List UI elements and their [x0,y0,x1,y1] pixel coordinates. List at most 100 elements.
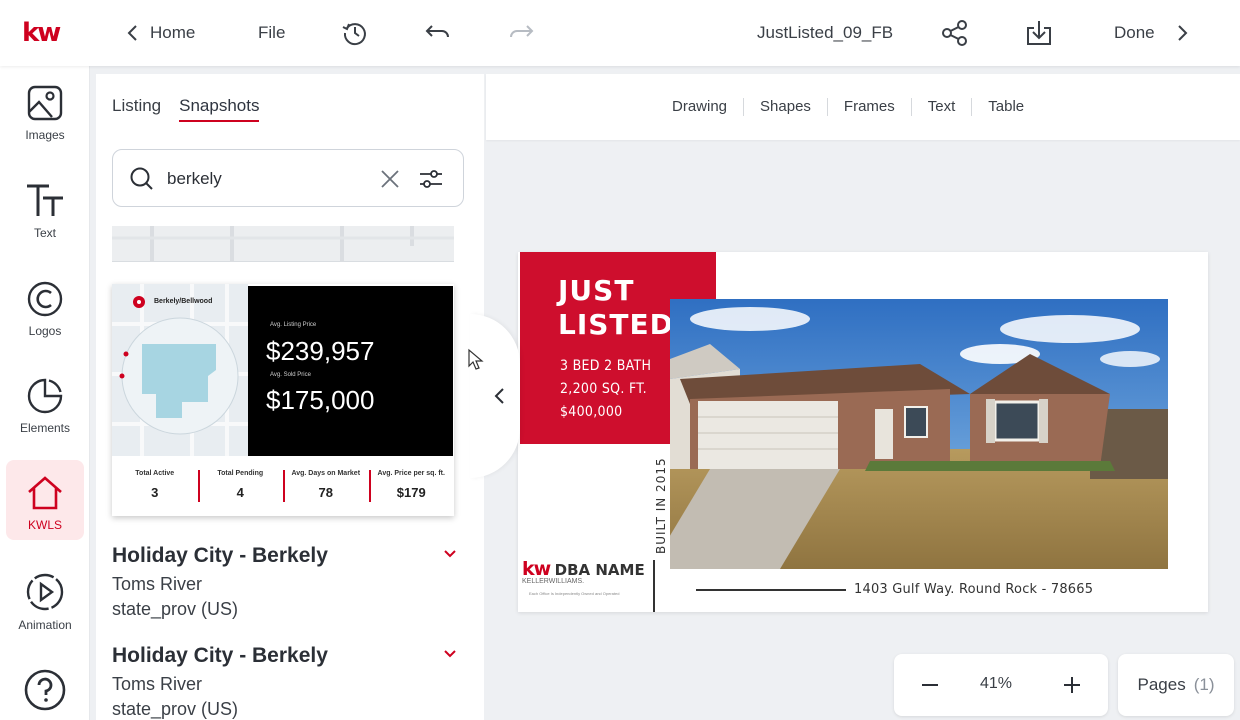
address-rule [696,588,846,591]
stat-total-active: Total Active 3 [135,470,175,500]
brokerage-logo[interactable]: kw DBA NAME KELLERWILLIAMS. Each Office … [522,558,645,596]
rail-label-logos: Logos [28,324,62,338]
list-item[interactable]: Holiday City - Berkely Toms River state_… [112,644,472,720]
rail-label-kwls: KWLS [27,518,62,532]
stat-price-per-sqft: Avg. Price per sq. ft. $179 [368,456,455,516]
redo-button[interactable] [506,18,536,48]
rail-item-animation[interactable]: Animation [6,558,84,638]
stat-days-on-market: Avg. Days on Market 78 [283,456,369,516]
done-button[interactable]: Done [1114,0,1191,66]
avg-listing-label: Avg. Listing Price [270,322,317,328]
rail-item-elements[interactable]: Elements [6,363,84,443]
result-title: Holiday City - Berkely [112,544,328,567]
snapshot-prices: Avg. Listing Price $239,957 Avg. Sold Pr… [248,286,453,456]
chevron-down-icon[interactable] [442,548,458,560]
tool-drawing[interactable]: Drawing [672,98,743,116]
rail-item-logos[interactable]: Logos [6,266,84,346]
divider-line [653,560,655,612]
canvas-tool-list: Drawing Shapes Frames Text Table [672,98,1040,116]
built-year: BUILT IN 2015 [654,457,668,554]
download-button[interactable] [1024,18,1054,48]
map-graphic [112,284,248,456]
result-state: state_prov (US) [112,599,239,619]
tab-snapshots[interactable]: Snapshots [179,96,260,122]
list-item[interactable]: Holiday City - Berkely Toms River state_… [112,544,472,620]
download-icon [1027,21,1051,45]
history-button[interactable] [340,18,370,48]
history-icon [342,23,366,46]
pages-label: Pages [1137,675,1186,694]
rail-item-help[interactable] [6,654,84,720]
listing-price: $400,000 [560,404,623,420]
panel-tabs: Listing Snapshots [112,96,260,122]
result-city: Toms River [112,574,203,594]
search-box: berkely [112,149,464,207]
result-title: Holiday City - Berkely [112,644,328,667]
snapshots-panel: Listing Snapshots berkely Berkely/Bellwo… [96,74,484,720]
chevron-left-icon [127,25,137,41]
collapse-panel-handle[interactable] [470,314,520,478]
rail-item-text[interactable]: Text [6,168,84,248]
document-name[interactable]: JustListed_09_FB [757,0,893,66]
home-label: Home [150,23,196,42]
home-button[interactable]: Home [124,0,195,66]
rail-item-kwls[interactable]: KWLS [6,460,84,540]
tab-listing[interactable]: Listing [112,96,161,122]
tool-text[interactable]: Text [910,98,972,116]
office-note: Each Office Is Independently Owned and O… [529,591,620,596]
file-menu[interactable]: File [258,0,285,66]
address-line[interactable]: 1403 Gulf Way. Round Rock - 78665 [696,582,1093,597]
canvas-toolbar: Drawing Shapes Frames Text Table [486,74,1240,140]
map-snapshot-strip[interactable] [112,226,454,262]
copyright-icon [27,281,63,317]
property-address: 1403 Gulf Way. Round Rock - 78665 [854,582,1094,597]
tool-frames[interactable]: Frames [826,98,911,116]
square-feet: 2,200 SQ. FT. [560,381,647,397]
cursor-icon [468,348,484,370]
rail-label-elements: Elements [19,421,71,435]
undo-button[interactable] [423,18,453,48]
left-rail: Images Text Logos Elements KWLS Animatio… [0,66,90,720]
result-city: Toms River [112,674,203,694]
headline-listed: LISTED [558,308,674,341]
tool-shapes[interactable]: Shapes [743,98,827,116]
play-icon [26,573,64,611]
filter-icon[interactable] [417,165,445,193]
stat-total-pending: Total Pending 4 [197,456,284,516]
top-bar: kw Home File JustListed_09_FB Done [0,0,1240,66]
redo-icon [510,25,534,38]
tool-table[interactable]: Table [971,98,1040,116]
text-icon [27,184,63,216]
clear-icon[interactable] [379,168,401,190]
home-icon [28,476,62,510]
search-icon [130,167,153,190]
zoom-in-icon[interactable] [1062,675,1082,695]
rail-item-images[interactable]: Images [6,70,84,150]
chevron-left-icon [494,388,504,404]
undo-icon [425,25,449,38]
help-icon [24,669,66,711]
rail-label-text: Text [33,226,56,240]
search-input[interactable]: berkely [167,169,222,189]
snapshot-map: Berkely/Bellwood [112,284,248,456]
map-area-label: Berkely/Bellwood [154,298,213,305]
chevron-right-icon [1177,25,1188,41]
zoom-out-icon[interactable] [920,675,940,695]
pages-count: (1) [1193,675,1215,694]
chevron-down-icon[interactable] [442,648,458,660]
house-photo[interactable] [670,299,1168,569]
share-icon [942,20,967,46]
map-lines [112,226,454,262]
kw-logo[interactable]: kw [22,18,61,48]
pages-button[interactable]: Pages (1) [1118,654,1234,716]
share-button[interactable] [940,18,970,48]
design-canvas[interactable]: JUST LISTED 3 BED 2 BATH 2,200 SQ. FT. $… [518,252,1208,612]
avg-sold-value: $175,000 [266,385,375,415]
snapshot-stats: Total Active 3 Total Pending 4 Avg. Days… [112,456,454,516]
image-icon [27,85,63,121]
dba-name: DBA NAME [554,561,645,579]
logo-kw: kw [522,558,551,580]
avg-listing-value: $239,957 [266,336,375,366]
snapshot-card[interactable]: Berkely/Bellwood Avg. Listing Price $239… [112,284,454,516]
beds-baths: 3 BED 2 BATH [560,358,652,374]
